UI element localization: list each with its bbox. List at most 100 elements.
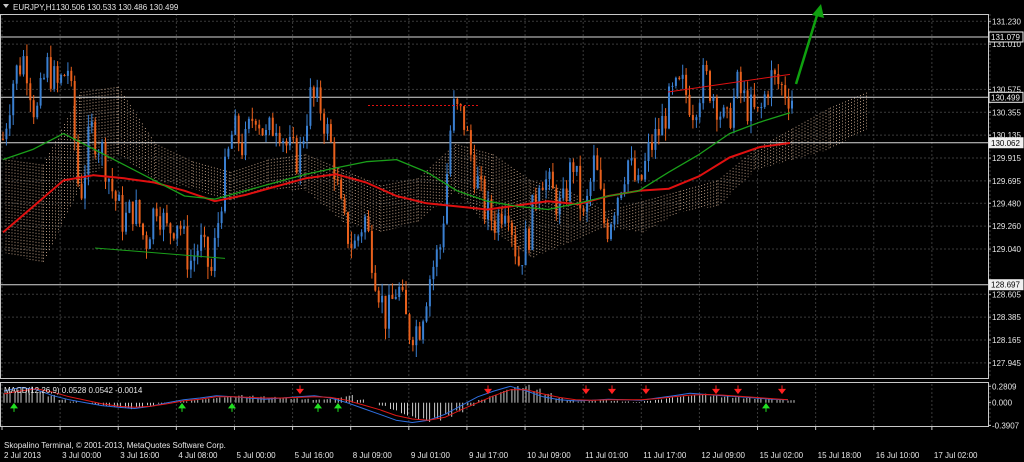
candle-body	[446, 174, 448, 224]
candle-body	[705, 65, 708, 72]
candle-body	[394, 297, 397, 299]
price-tick-label: 129.480	[992, 199, 1021, 208]
candle-body	[39, 78, 42, 106]
time-tick-label: 5 Jul 00:00	[236, 451, 276, 460]
candle-body	[651, 142, 653, 150]
candle-body	[22, 56, 25, 75]
candle-body	[497, 213, 500, 233]
candle-body	[367, 216, 370, 231]
candle-body	[773, 70, 776, 75]
candle-body	[538, 187, 541, 204]
candle-body	[360, 232, 363, 237]
chart-canvas[interactable]: 131.230131.010130.575130.355130.135129.9…	[0, 0, 1024, 462]
price-tick-label: 129.695	[992, 177, 1021, 186]
candle-body	[528, 228, 530, 250]
candle-body	[657, 129, 660, 136]
candle-body	[664, 116, 667, 129]
candle-body	[401, 286, 404, 290]
macd-tick-label: 0.2809	[992, 382, 1017, 391]
candle-body	[381, 295, 384, 303]
time-tick-label: 16 Jul 10:00	[876, 451, 920, 460]
candle-body	[633, 158, 636, 181]
candle-body	[299, 144, 302, 173]
candle-body	[610, 224, 612, 240]
candle-body	[217, 223, 220, 238]
candle-body	[165, 212, 168, 224]
candle-body	[456, 98, 459, 104]
candle-body	[507, 215, 510, 223]
candle-body	[63, 75, 66, 76]
time-tick-label: 9 Jul 01:00	[411, 451, 451, 460]
candle-body	[206, 237, 209, 267]
candle-body	[592, 155, 595, 182]
candle-body	[326, 124, 329, 134]
candle-body	[142, 223, 144, 236]
candle-body	[285, 141, 288, 146]
time-tick-label: 5 Jul 16:00	[295, 451, 335, 460]
candle-body	[53, 66, 56, 89]
candle-body	[599, 169, 602, 189]
copyright-text: Skopalino Terminal, © 2001-2013, MetaQuo…	[4, 441, 226, 450]
candle-body	[350, 243, 353, 249]
candle-body	[787, 98, 790, 109]
candle-body	[391, 294, 394, 299]
candle-body	[698, 103, 701, 118]
candle-body	[565, 188, 568, 202]
candle-body	[691, 115, 694, 121]
candle-body	[46, 57, 49, 78]
candle-body	[562, 188, 565, 199]
candle-body	[603, 188, 606, 224]
candle-body	[87, 126, 90, 175]
candle-body	[323, 113, 326, 134]
macd-tick-label: -0.3907	[992, 421, 1020, 430]
candle-body	[668, 86, 670, 129]
candle-body	[19, 65, 22, 75]
candle-body	[623, 184, 626, 193]
candle-body	[405, 289, 407, 315]
candle-body	[674, 77, 677, 86]
candle-body	[288, 137, 291, 146]
candle-body	[613, 215, 616, 225]
candle-body	[97, 153, 100, 155]
candle-body	[148, 239, 151, 249]
candle-body	[616, 198, 619, 216]
candle-body	[695, 117, 698, 121]
candle-body	[66, 70, 69, 76]
candle-body	[452, 98, 455, 131]
candle-body	[743, 90, 746, 94]
price-label: 130.062	[991, 139, 1020, 148]
candle-body	[473, 154, 476, 189]
candle-body	[415, 326, 418, 346]
candle-body	[732, 96, 735, 128]
macd-title: MACD(12,26,9) 0.0528 0.0542 -0.0014	[4, 386, 143, 395]
candle-body	[138, 200, 141, 224]
candle-body	[203, 234, 206, 238]
time-tick-label: 3 Jul 16:00	[120, 451, 160, 460]
candle-body	[118, 195, 121, 201]
candle-body	[521, 265, 524, 267]
candle-body	[107, 178, 110, 182]
price-label: 130.499	[991, 93, 1020, 102]
candle-body	[569, 162, 571, 202]
candle-body	[145, 235, 148, 249]
candle-body	[237, 115, 240, 143]
candle-body	[688, 94, 691, 116]
candle-body	[210, 266, 213, 271]
candle-body	[722, 107, 725, 117]
candle-body	[230, 134, 233, 149]
candle-body	[644, 161, 647, 180]
candle-body	[73, 81, 76, 140]
candle-body	[329, 124, 332, 142]
candle-body	[480, 176, 483, 180]
candle-body	[275, 132, 278, 136]
candle-body	[767, 94, 770, 98]
candle-body	[36, 105, 39, 118]
candle-body	[719, 116, 722, 120]
candle-body	[545, 179, 548, 190]
candle-body	[353, 240, 356, 249]
price-label: 128.697	[991, 281, 1020, 290]
candle-body	[377, 290, 380, 303]
candle-body	[32, 100, 35, 118]
candle-body	[25, 56, 28, 84]
candle-body	[227, 148, 230, 157]
